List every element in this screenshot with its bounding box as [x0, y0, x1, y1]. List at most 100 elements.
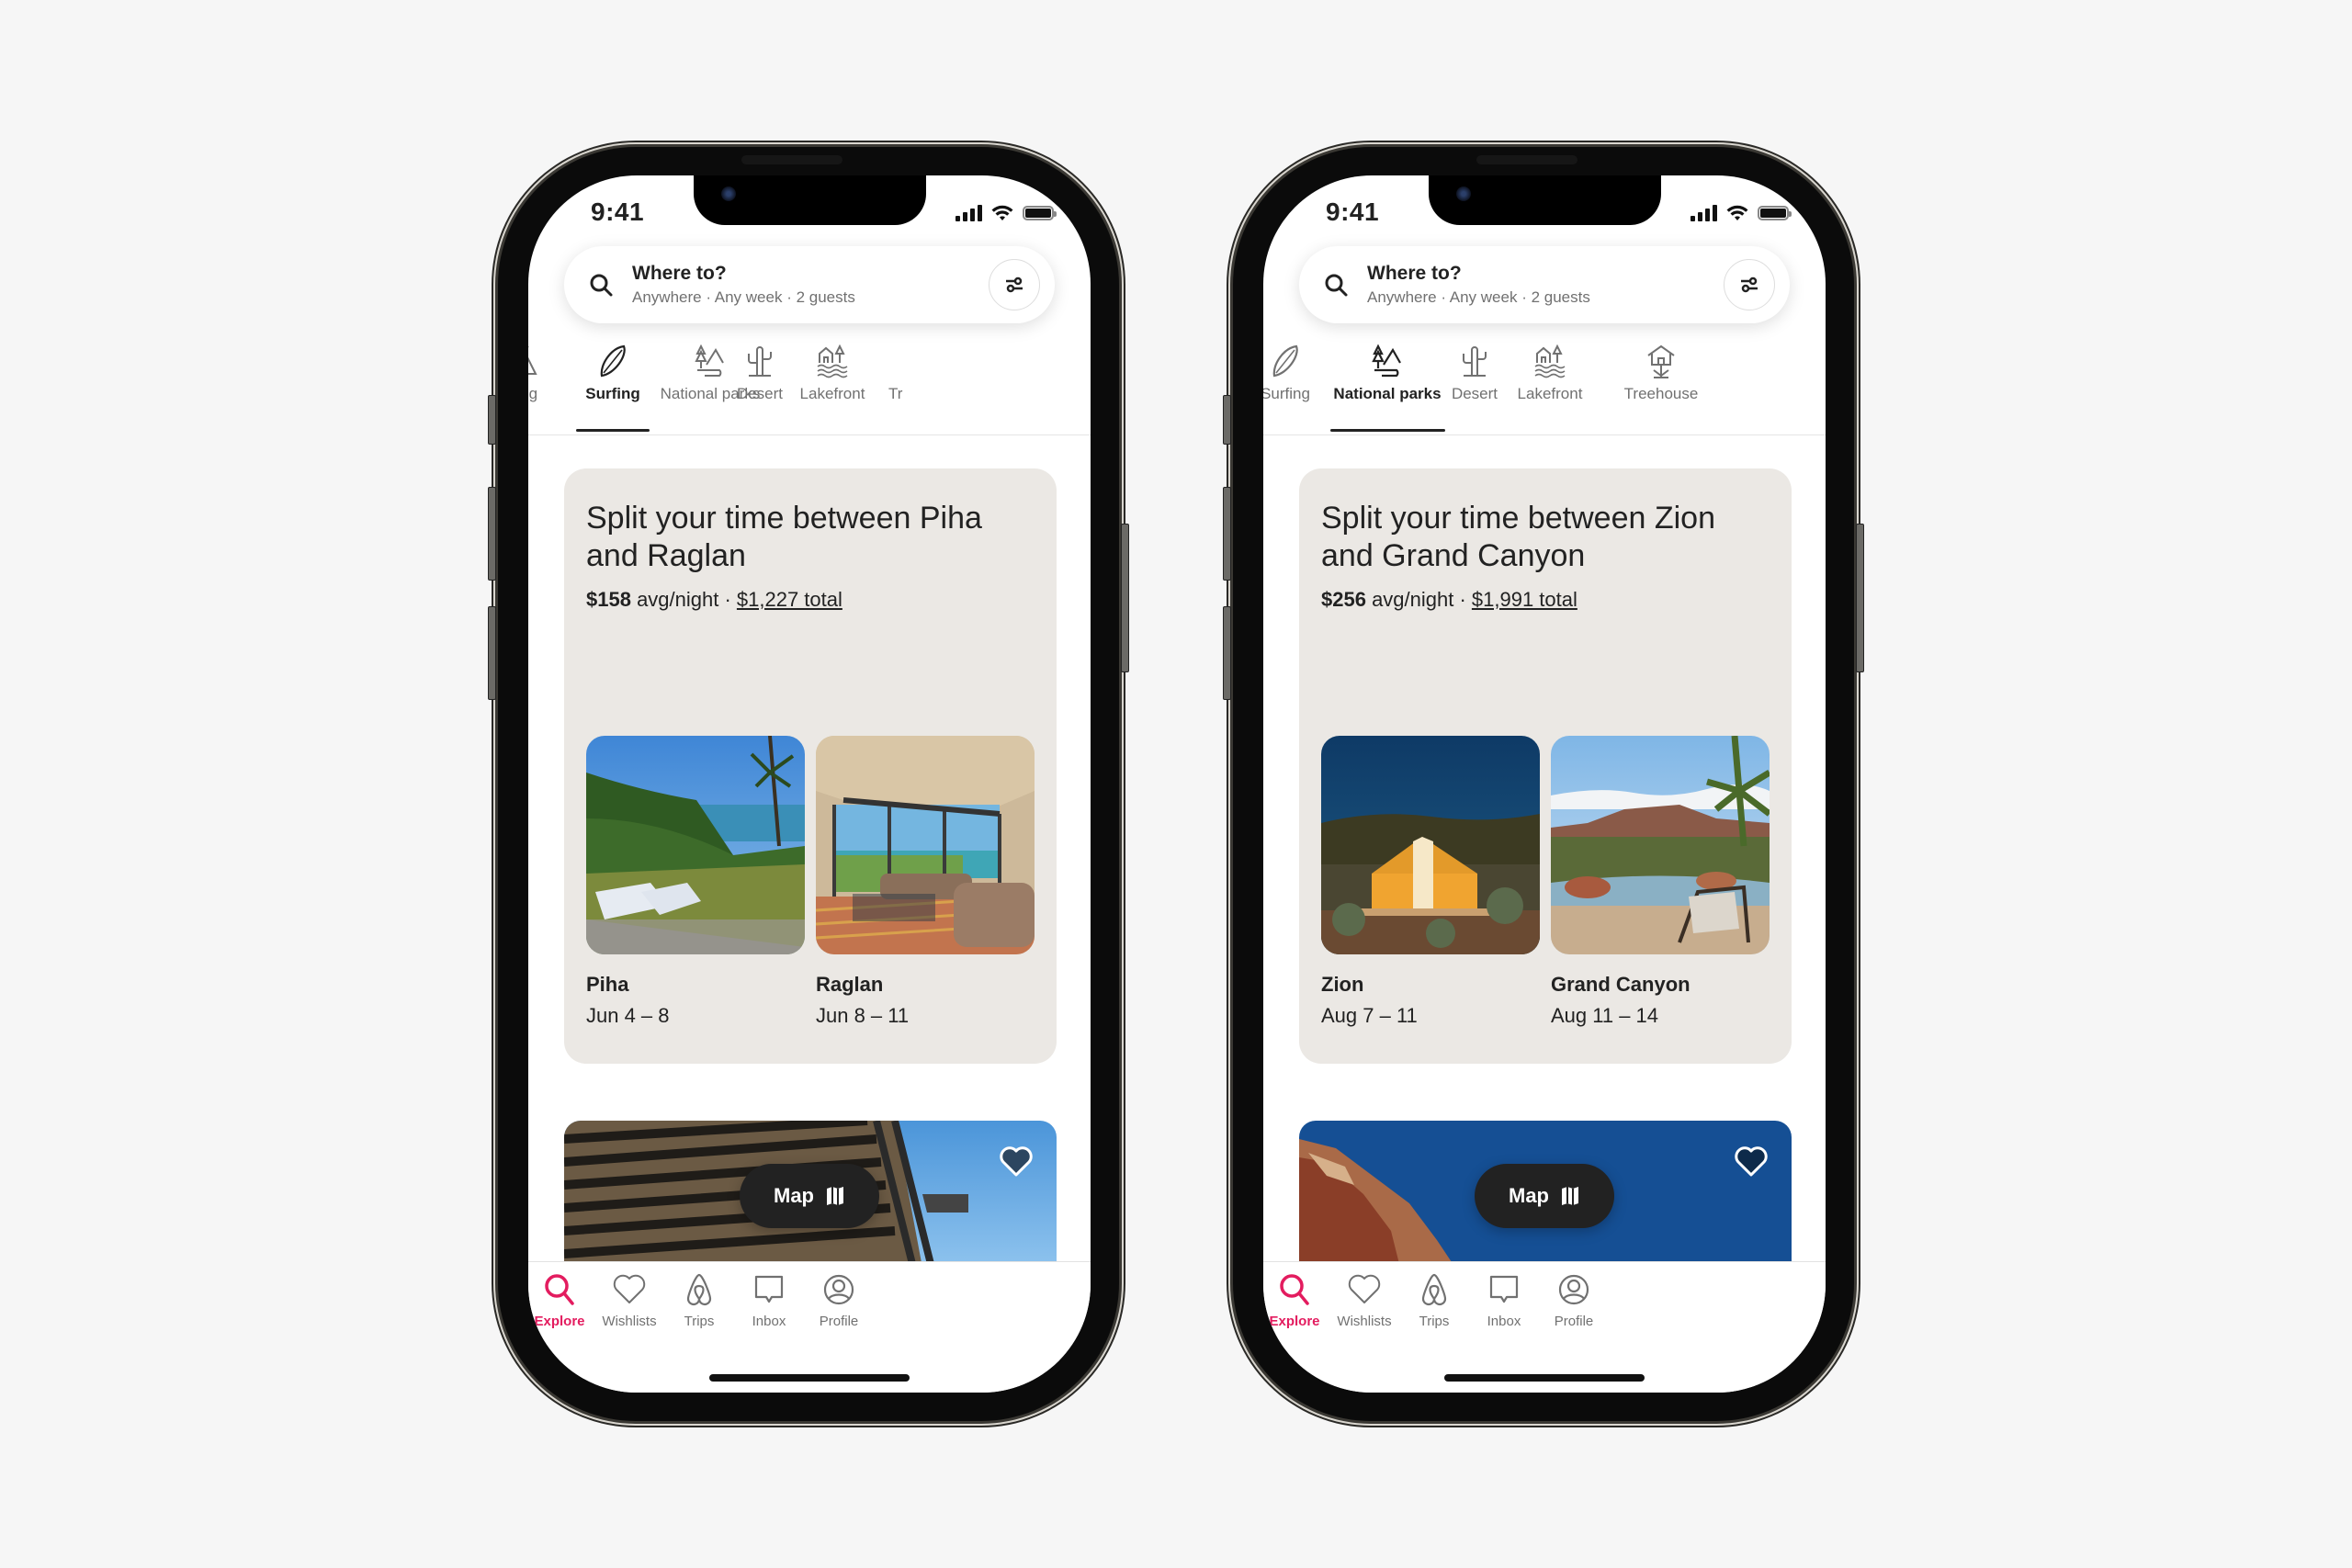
destination-grand-canyon[interactable]: Grand Canyon Aug 11 – 14 — [1551, 736, 1770, 1028]
status-icons — [1690, 205, 1792, 221]
avg-price: $256 — [1321, 588, 1366, 611]
volume-up-button — [488, 487, 496, 581]
tab-label: ping — [528, 385, 538, 402]
destination-dates: Jun 4 – 8 — [586, 1004, 670, 1027]
split-stay-card[interactable]: Split your time between Zion and Grand C… — [1299, 468, 1792, 1064]
map-button-label: Map — [1509, 1184, 1549, 1207]
destination-zion[interactable]: Zion Aug 7 – 11 — [1321, 736, 1540, 1028]
map-button[interactable]: Map — [1475, 1164, 1614, 1228]
tab-label: National parks — [1333, 385, 1442, 402]
destination-raglan[interactable]: Raglan Jun 8 – 11 — [816, 736, 1035, 1028]
wifi-icon — [1726, 205, 1748, 220]
surfboard-icon — [600, 344, 626, 378]
screen: 9:41 Where to? Anywhere · Any week · 2 g… — [528, 175, 1091, 1393]
tab-label: Lakefront — [1517, 385, 1583, 402]
nav-label: Trips — [684, 1314, 715, 1329]
nav-label: Wishlists — [602, 1314, 657, 1329]
airbnb-logo-icon — [686, 1273, 712, 1306]
destination-name: Grand Canyon — [1551, 973, 1690, 996]
home-indicator[interactable] — [709, 1374, 910, 1382]
destination-image — [1551, 736, 1770, 954]
volume-up-button — [1223, 487, 1231, 581]
split-stay-card[interactable]: Split your time between Piha and Raglan … — [564, 468, 1057, 1064]
cactus-icon — [1463, 346, 1487, 377]
destination-piha[interactable]: Piha Jun 4 – 8 — [586, 736, 805, 1028]
total-price-link[interactable]: $1,991 total — [1472, 588, 1577, 611]
tab-treehouse[interactable]: Treehouse — [1611, 343, 1712, 403]
status-time: 9:41 — [1326, 197, 1380, 226]
map-button-label: Map — [774, 1184, 814, 1207]
nav-label: Wishlists — [1337, 1314, 1392, 1329]
filter-button[interactable] — [989, 259, 1040, 310]
filter-icon — [1006, 276, 1023, 293]
map-icon — [827, 1187, 843, 1205]
phone-right: 9:41 Where to? Anywhere · Any week · 2 g… — [1223, 147, 1864, 1421]
avg-suffix: avg/night · — [630, 588, 737, 611]
profile-icon — [823, 1274, 854, 1305]
front-camera — [1456, 186, 1471, 201]
search-icon — [590, 274, 613, 297]
search-icon — [1325, 274, 1348, 297]
tabs-divider — [1263, 434, 1826, 435]
power-button — [1121, 524, 1129, 672]
tab-label: Desert — [1451, 385, 1498, 402]
wishlist-heart-icon[interactable] — [1733, 1143, 1770, 1179]
tab-label: Treehouse — [1623, 385, 1699, 402]
destination-dates: Aug 7 – 11 — [1321, 1004, 1418, 1027]
cactus-icon — [748, 346, 772, 377]
national-park-icon — [1372, 344, 1401, 378]
signal-icon — [1690, 205, 1717, 221]
nav-label: Trips — [1419, 1314, 1450, 1329]
status-icons — [956, 205, 1057, 221]
card-title: Split your time between Piha and Raglan — [586, 501, 982, 573]
tab-label: Tr — [888, 385, 903, 402]
search-bar[interactable]: Where to? Anywhere · Any week · 2 guests — [1299, 246, 1790, 323]
nav-profile[interactable]: Profile — [793, 1271, 885, 1329]
avg-suffix: avg/night · — [1365, 588, 1472, 611]
search-title: Where to? — [632, 263, 727, 284]
nav-profile[interactable]: Profile — [1528, 1271, 1620, 1329]
total-price-link[interactable]: $1,227 total — [737, 588, 842, 611]
mute-switch — [1223, 395, 1231, 445]
wifi-icon — [991, 205, 1013, 220]
tab-camping[interactable]: ping — [528, 343, 541, 403]
destination-dates: Aug 11 – 14 — [1551, 1004, 1659, 1027]
filter-icon — [1741, 276, 1758, 293]
notch — [1429, 175, 1661, 225]
power-button — [1856, 524, 1864, 672]
search-icon — [1280, 1274, 1309, 1305]
search-icon — [545, 1274, 574, 1305]
heart-icon — [613, 1274, 646, 1303]
search-bar[interactable]: Where to? Anywhere · Any week · 2 guests — [564, 246, 1055, 323]
tab-lakefront[interactable]: Lakefront — [1499, 343, 1600, 403]
filter-button[interactable] — [1724, 259, 1775, 310]
destination-name: Zion — [1321, 973, 1364, 996]
tab-label: Surfing — [585, 385, 640, 402]
volume-down-button — [488, 606, 496, 700]
nav-label: Profile — [1554, 1314, 1594, 1329]
profile-icon — [1558, 1274, 1589, 1305]
home-indicator[interactable] — [1444, 1374, 1645, 1382]
card-title: Split your time between Zion and Grand C… — [1321, 501, 1715, 573]
search-title: Where to? — [1367, 263, 1462, 284]
avg-price: $158 — [586, 588, 631, 611]
card-price: $158 avg/night · $1,227 total — [586, 588, 842, 612]
speaker-grille — [1476, 155, 1577, 164]
front-camera — [721, 186, 736, 201]
lakefront-icon — [1534, 344, 1566, 378]
message-icon — [754, 1275, 784, 1303]
surfboard-icon — [1272, 344, 1298, 378]
nav-label: Inbox — [1487, 1314, 1521, 1329]
category-tabs: ping Surfing National parks Desert Lakef… — [528, 343, 1091, 434]
tab-surfing[interactable]: Surfing — [1263, 343, 1322, 403]
search-subtitle: Anywhere · Any week · 2 guests — [1367, 288, 1590, 306]
map-button[interactable]: Map — [740, 1164, 879, 1228]
wishlist-heart-icon[interactable] — [998, 1143, 1035, 1179]
tab-label: Surfing — [1263, 385, 1310, 402]
tab-national-parks[interactable]: National parks — [1328, 343, 1447, 432]
tab-treehouse[interactable]: Tr — [888, 343, 925, 403]
map-icon — [1562, 1187, 1578, 1205]
category-tabs: Surfing National parks Desert Lakefront … — [1263, 343, 1826, 434]
tab-lakefront[interactable]: Lakefront — [782, 343, 883, 403]
tabs-divider — [528, 434, 1091, 435]
